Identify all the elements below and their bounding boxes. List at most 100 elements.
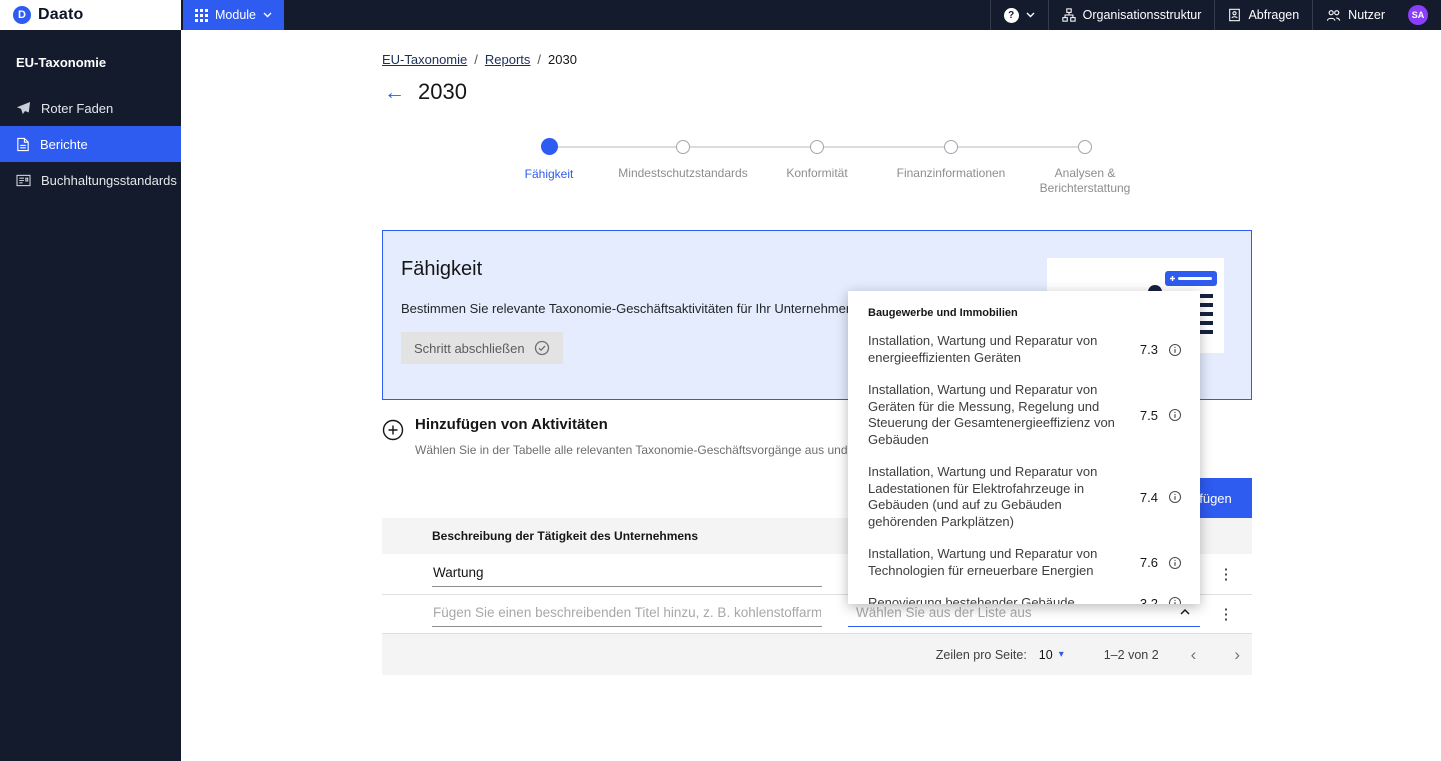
step-mindestschutzstandards[interactable]: Mindestschutzstandards	[616, 138, 750, 196]
select-placeholder: Wählen Sie aus der Liste aus	[856, 604, 1032, 620]
dropdown-option[interactable]: Installation, Wartung und Reparatur von …	[848, 325, 1200, 374]
column-header-description: Beschreibung der Tätigkeit des Unternehm…	[432, 529, 699, 543]
dropdown-option-code: 3.2	[1139, 595, 1158, 604]
help-icon: ?	[1003, 7, 1019, 23]
breadcrumb-link-reports[interactable]: Reports	[485, 52, 531, 67]
caret-down-icon: ▾	[1058, 649, 1064, 660]
step-label: Finanzinformationen	[896, 166, 1006, 180]
clipboard-person-icon	[1228, 8, 1241, 22]
step-analysen-berichterstattung[interactable]: Analysen & Berichterstattung	[1018, 138, 1152, 196]
dropdown-option-code: 7.5	[1139, 407, 1158, 423]
next-page-button[interactable]: ›	[1228, 646, 1246, 663]
description-input-row1[interactable]	[432, 561, 822, 587]
prev-page-button[interactable]: ‹	[1185, 646, 1203, 663]
info-icon[interactable]	[1168, 408, 1182, 422]
grid-icon	[195, 8, 208, 22]
table-pagination: Zeilen pro Seite: 10 ▾ 1–2 von 2 ‹ ›	[382, 633, 1252, 675]
top-bar: D Daato Module ? Organisationsstruktur A…	[0, 0, 1441, 30]
dropdown-option-code: 7.3	[1139, 342, 1158, 357]
step-indicator[interactable]	[810, 140, 824, 154]
paper-plane-icon	[16, 101, 31, 116]
users-label: Nutzer	[1348, 8, 1385, 22]
sidebar-item-roter-faden[interactable]: Roter Faden	[0, 90, 181, 126]
newspaper-icon	[16, 174, 31, 187]
back-button[interactable]: ←	[382, 82, 407, 103]
breadcrumb-separator: /	[537, 52, 542, 67]
step-faehigkeit[interactable]: Fähigkeit	[482, 138, 616, 196]
rows-per-page-select[interactable]: 10 ▾	[1039, 648, 1064, 662]
dropdown-option-label: Renovierung bestehender Gebäude	[868, 595, 1075, 604]
dropdown-option-label: Installation, Wartung und Reparatur von …	[868, 546, 1098, 578]
info-icon[interactable]	[1168, 556, 1182, 570]
dropdown-option-label: Installation, Wartung und Reparatur von …	[868, 464, 1098, 529]
activity-dropdown: Baugewerbe und Immobilien Installation, …	[848, 291, 1200, 604]
dropdown-option-label: Installation, Wartung und Reparatur von …	[868, 333, 1098, 365]
rows-per-page-value: 10	[1038, 647, 1053, 662]
app-logo-text: Daato	[38, 6, 84, 23]
dropdown-option-code: 7.6	[1139, 555, 1158, 570]
breadcrumb-link-eu-taxonomie[interactable]: EU-Taxonomie	[382, 52, 467, 67]
page-title: 2030	[418, 79, 467, 104]
sidebar-section-title: EU-Taxonomie	[16, 55, 107, 70]
check-circle-icon	[534, 340, 550, 356]
people-icon	[1326, 9, 1341, 22]
app-logo[interactable]: D Daato	[0, 0, 181, 30]
dropdown-option[interactable]: Renovierung bestehender Gebäude 3.2	[848, 587, 1200, 604]
queries-label: Abfragen	[1248, 8, 1300, 22]
chevron-up-icon	[1180, 609, 1190, 615]
page-head: ← 2030	[382, 79, 467, 105]
step-konformitaet[interactable]: Konformität	[750, 138, 884, 196]
chevron-down-icon	[1026, 12, 1035, 18]
pagination-range: 1–2 von 2	[1103, 647, 1159, 662]
report-icon	[16, 137, 30, 152]
dropdown-option-label: Installation, Wartung und Reparatur von …	[868, 382, 1115, 447]
progress-stepper: Fähigkeit Mindestschutzstandards Konform…	[482, 138, 1152, 196]
chevron-down-icon	[263, 12, 272, 18]
info-icon[interactable]	[1168, 490, 1182, 504]
dropdown-option[interactable]: Installation, Wartung und Reparatur von …	[848, 456, 1200, 538]
org-chart-icon	[1061, 8, 1076, 22]
module-button-label: Module	[215, 8, 256, 22]
queries-button[interactable]: Abfragen	[1214, 0, 1312, 30]
info-icon[interactable]	[1168, 343, 1182, 357]
org-structure-button[interactable]: Organisationsstruktur	[1047, 0, 1215, 30]
activity-select[interactable]: Wählen Sie aus der Liste aus	[848, 602, 1200, 627]
step-label: Mindestschutzstandards	[618, 166, 748, 180]
activities-section: Hinzufügen von Aktivitäten Wählen Sie in…	[382, 416, 874, 457]
activities-subtitle: Wählen Sie in der Tabelle alle relevante…	[415, 443, 875, 457]
dropdown-option[interactable]: Installation, Wartung und Reparatur von …	[848, 374, 1200, 456]
users-button[interactable]: Nutzer	[1312, 0, 1398, 30]
breadcrumb-separator: /	[474, 52, 478, 67]
step-label: Fähigkeit	[524, 167, 574, 181]
sidebar-nav: Roter Faden Berichte Buchhaltungsstandar…	[0, 90, 181, 198]
sidebar-item-berichte[interactable]: Berichte	[0, 126, 181, 162]
dropdown-option[interactable]: Installation, Wartung und Reparatur von …	[848, 538, 1200, 587]
sidebar-item-label: Berichte	[40, 136, 88, 152]
step-indicator[interactable]	[944, 140, 958, 154]
add-circle-icon	[382, 419, 404, 457]
dropdown-group-label: Baugewerbe und Immobilien	[868, 307, 1018, 319]
sidebar-item-label: Buchhaltungsstandards	[41, 172, 177, 188]
dropdown-option-code: 7.4	[1139, 489, 1158, 505]
daato-logo-icon: D	[13, 6, 31, 24]
sidebar-item-buchhaltungsstandards[interactable]: Buchhaltungsstandards	[0, 162, 181, 198]
step-finanzinformationen[interactable]: Finanzinformationen	[884, 138, 1018, 196]
topbar-right: ? Organisationsstruktur Abfragen Nutzer …	[989, 0, 1441, 30]
step-indicator[interactable]	[676, 140, 690, 154]
complete-step-button[interactable]: Schritt abschließen	[401, 332, 563, 364]
sidebar: EU-Taxonomie Roter Faden Berichte Buchha…	[0, 30, 181, 761]
row-menu-button[interactable]: ⋮	[1212, 603, 1241, 626]
step-indicator[interactable]	[540, 138, 558, 155]
org-structure-label: Organisationsstruktur	[1082, 8, 1202, 22]
description-input-row2[interactable]	[432, 601, 822, 627]
breadcrumb-current: 2030	[548, 52, 577, 67]
rows-per-page-label: Zeilen pro Seite:	[935, 647, 1027, 662]
breadcrumb: EU-Taxonomie / Reports / 2030	[382, 52, 577, 67]
module-menu-button[interactable]: Module	[183, 0, 284, 30]
avatar[interactable]: SA	[1408, 5, 1428, 25]
step-indicator[interactable]	[1078, 140, 1092, 154]
row-menu-button[interactable]: ⋮	[1212, 563, 1241, 586]
help-button[interactable]: ?	[989, 0, 1048, 30]
activities-title: Hinzufügen von Aktivitäten	[415, 416, 608, 433]
info-icon[interactable]	[1168, 596, 1182, 604]
